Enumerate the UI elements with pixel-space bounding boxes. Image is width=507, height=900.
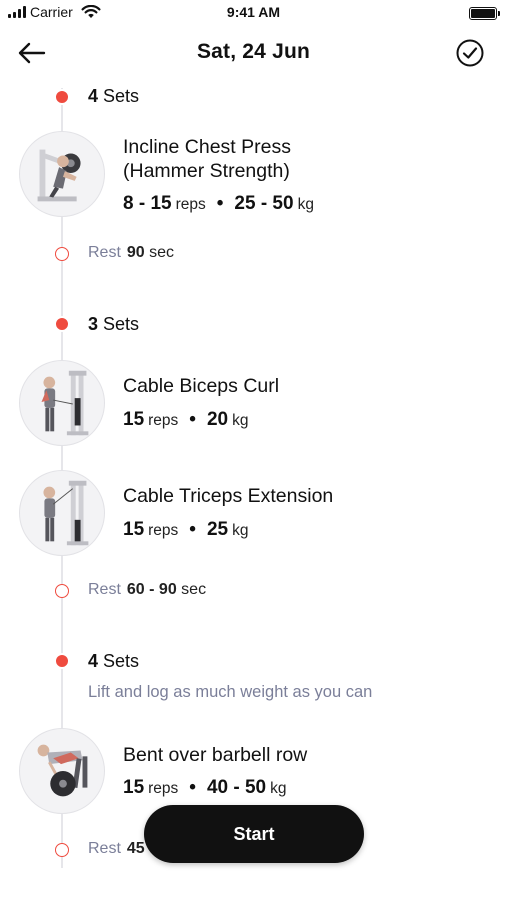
- weight-value: 40 - 50: [206, 777, 267, 798]
- reps-unit: reps: [148, 412, 179, 429]
- reps-value: 15: [123, 519, 145, 540]
- exercise-thumbnail[interactable]: [19, 728, 105, 814]
- rest-marker: [55, 247, 69, 261]
- weight-unit: kg: [297, 196, 314, 213]
- exercise-meta: 8 - 15 reps • 25 - 50 kg: [123, 193, 314, 215]
- exercise-name-line2: (Hammer Strength): [123, 160, 290, 182]
- sets-label: 4 Sets: [88, 651, 139, 672]
- sets-count: 4: [88, 86, 99, 106]
- exercise-meta: 15 reps • 20 kg: [123, 409, 248, 431]
- barbell-row-icon: [37, 744, 88, 797]
- rest-marker: [55, 843, 69, 857]
- rest-value: 45: [126, 840, 145, 857]
- rest-unit: sec: [149, 244, 175, 261]
- reps-value: 8 - 15: [123, 193, 172, 214]
- rest-value: 90: [126, 244, 145, 261]
- page-title: Sat, 24 Jun: [196, 40, 311, 63]
- rest-row: Rest 60 - 90 sec: [88, 581, 206, 599]
- sets-label: 3 Sets: [88, 314, 139, 335]
- separator-dot: •: [189, 519, 196, 540]
- cable-biceps-curl-icon: [41, 370, 89, 436]
- check-circle-icon: [456, 39, 484, 67]
- sets-word: Sets: [103, 314, 140, 334]
- group-note: Lift and log as much weight as you can: [88, 683, 373, 701]
- header: Sat, 24 Jun: [0, 30, 507, 76]
- sets-count: 3: [88, 314, 99, 334]
- reps-unit: reps: [148, 522, 179, 539]
- exercise-thumbnail[interactable]: [19, 360, 105, 446]
- exercise-name[interactable]: Incline Chest Press (Hammer Strength): [123, 135, 463, 183]
- exercise-name-line1: Incline Chest Press: [123, 136, 291, 158]
- separator-dot: •: [189, 409, 196, 430]
- cable-triceps-extension-icon: [43, 480, 89, 546]
- exercise-thumbnail[interactable]: [19, 131, 105, 217]
- exercise-name[interactable]: Cable Biceps Curl: [123, 374, 463, 398]
- weight-unit: kg: [270, 780, 287, 797]
- sets-word: Sets: [103, 651, 140, 671]
- battery-icon: [469, 7, 500, 20]
- sets-word: Sets: [103, 86, 140, 106]
- set-group-marker: [54, 89, 70, 105]
- rest-value: 60 - 90: [126, 581, 177, 598]
- weight-value: 20: [206, 409, 229, 430]
- weight-unit: kg: [232, 522, 249, 539]
- status-time: 9:41 AM: [226, 4, 281, 20]
- rest-row: Rest 90 sec: [88, 244, 174, 262]
- rest-label: Rest: [88, 840, 121, 857]
- chest-press-machine-icon: [37, 149, 81, 202]
- reps-value: 15: [123, 409, 145, 430]
- exercise-name[interactable]: Cable Triceps Extension: [123, 484, 463, 508]
- reps-unit: reps: [148, 780, 179, 797]
- reps-unit: reps: [175, 196, 206, 213]
- sets-count: 4: [88, 651, 99, 671]
- rest-label: Rest: [88, 244, 121, 261]
- separator-dot: •: [216, 193, 224, 214]
- weight-unit: kg: [232, 412, 249, 429]
- weight-value: 25 - 50: [234, 193, 294, 214]
- exercise-thumbnail[interactable]: [19, 470, 105, 556]
- done-button[interactable]: [455, 38, 485, 68]
- set-group-marker: [54, 653, 70, 669]
- rest-marker: [55, 584, 69, 598]
- sets-label: 4 Sets: [88, 86, 139, 107]
- start-button[interactable]: Start: [144, 805, 364, 863]
- rest-row: Rest 45: [88, 840, 145, 858]
- set-group-marker: [54, 316, 70, 332]
- reps-value: 15: [123, 777, 145, 798]
- exercise-meta: 15 reps • 40 - 50 kg: [123, 777, 286, 799]
- rest-label: Rest: [88, 581, 121, 598]
- separator-dot: •: [189, 777, 196, 798]
- status-bar: Carrier 9:41 AM: [0, 0, 507, 26]
- rest-unit: sec: [181, 581, 207, 598]
- exercise-name[interactable]: Bent over barbell row: [123, 743, 463, 767]
- exercise-meta: 15 reps • 25 kg: [123, 519, 248, 541]
- weight-value: 25: [206, 519, 229, 540]
